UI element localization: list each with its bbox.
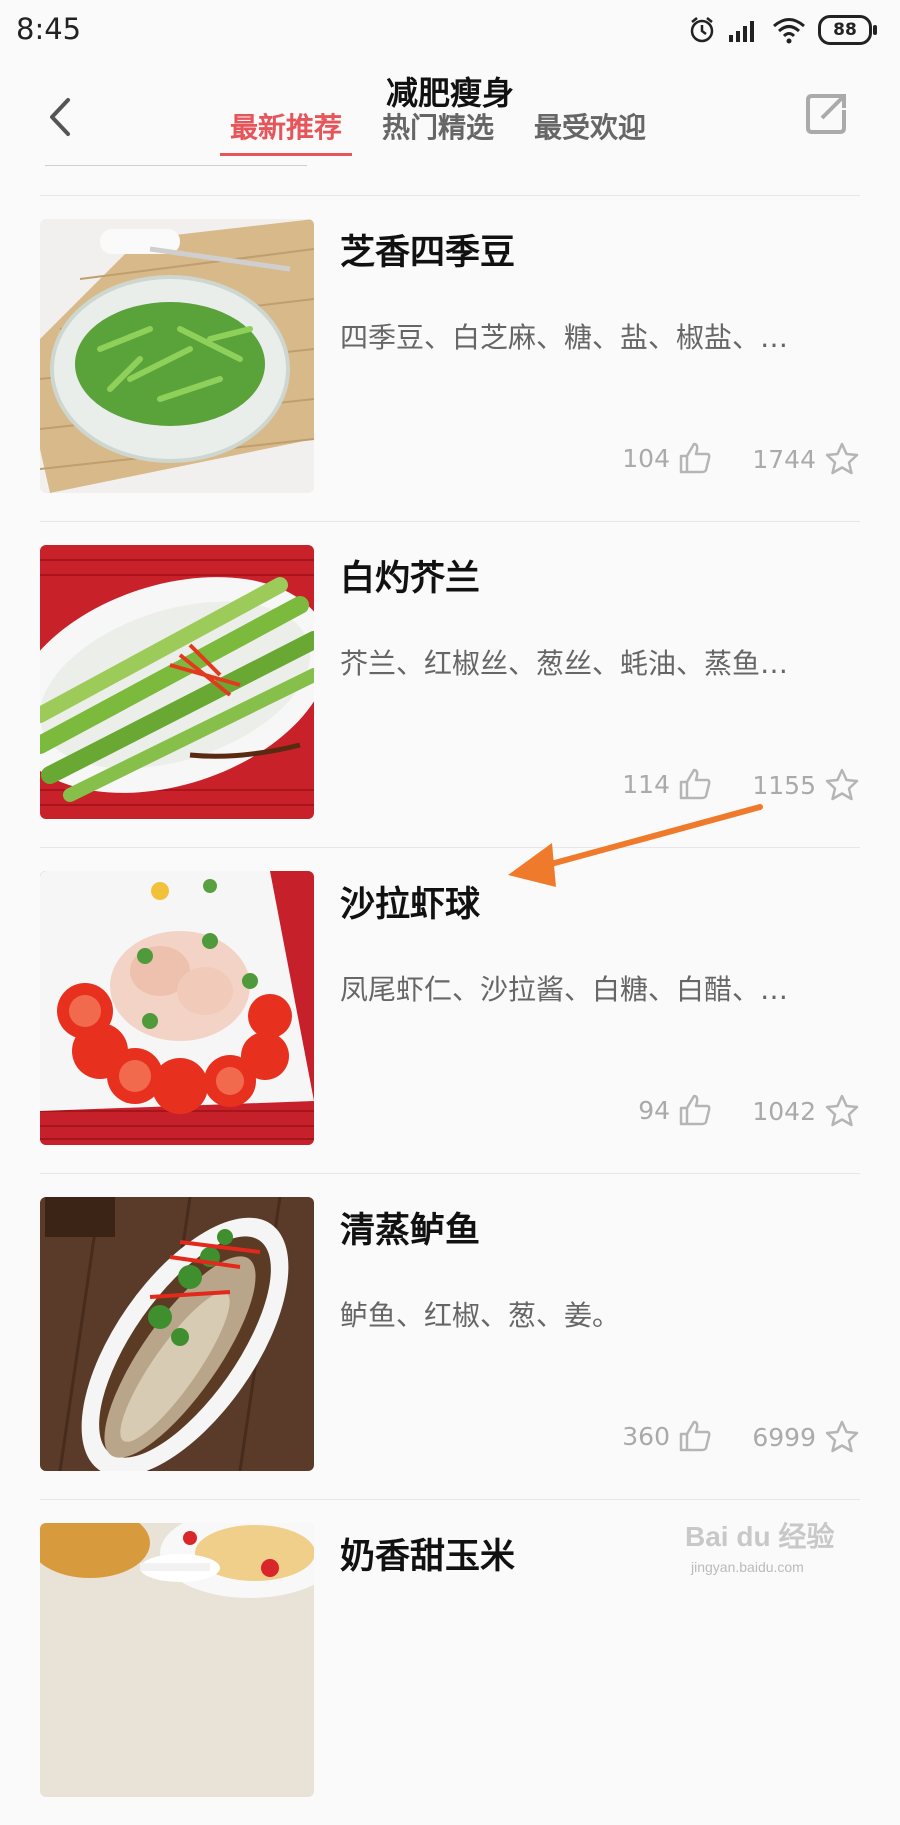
status-icons: 88 [688, 14, 877, 46]
tab-hot[interactable]: 热门精选 [362, 108, 514, 156]
recipe-item[interactable]: 白灼芥兰 芥兰、红椒丝、葱丝、蚝油、蒸鱼… 114 1155 [40, 521, 860, 847]
favorite-button[interactable]: 6999 [752, 1419, 860, 1455]
watermark-url: jingyan.baidu.com [690, 1559, 804, 1575]
recipe-image [40, 545, 314, 819]
watermark-brand: Bai du 经验 [685, 1520, 834, 1552]
recipe-ingredients: 鲈鱼、红椒、葱、姜。 [340, 1299, 621, 1332]
wifi-icon [773, 18, 805, 44]
recipe-image [40, 1197, 314, 1471]
recipe-image [40, 1523, 314, 1797]
like-count: 94 [638, 1095, 670, 1125]
recipe-ingredients: 芥兰、红椒丝、葱丝、蚝油、蒸鱼… [340, 647, 789, 680]
status-time: 8:45 [16, 12, 82, 46]
share-icon[interactable] [804, 90, 850, 136]
recipe-stats: 360 6999 [580, 1419, 860, 1459]
status-bar: 8:45 88 [0, 0, 900, 60]
like-button[interactable]: 94 [638, 1093, 712, 1127]
baidu-watermark: Bai du 经验 jingyan.baidu.com [685, 1520, 834, 1575]
recipe-stats: 104 1744 [580, 441, 860, 481]
favorite-button[interactable]: 1042 [752, 1093, 860, 1129]
star-icon [825, 1420, 859, 1453]
favorite-button[interactable]: 1744 [752, 441, 860, 477]
like-count: 360 [622, 1421, 670, 1451]
recipe-title: 白灼芥兰 [340, 559, 481, 599]
like-button[interactable]: 114 [622, 767, 712, 801]
recipe-item[interactable]: 芝香四季豆 四季豆、白芝麻、糖、盐、椒盐、… 104 1744 [40, 195, 860, 521]
like-button[interactable]: 360 [622, 1419, 712, 1453]
recipe-image [40, 871, 314, 1145]
header: 减肥瘦身 最新推荐 热门精选 最受欢迎 [0, 60, 900, 195]
battery-indicator: 88 [818, 15, 877, 45]
recipe-list: 芝香四季豆 四季豆、白芝麻、糖、盐、椒盐、… 104 1744 白灼芥兰 芥兰、… [40, 195, 860, 1825]
favorite-count: 1155 [752, 770, 816, 800]
favorite-count: 6999 [752, 1422, 816, 1452]
recipe-ingredients: 四季豆、白芝麻、糖、盐、椒盐、… [340, 321, 789, 354]
star-icon [825, 1094, 859, 1127]
favorite-button[interactable]: 1155 [752, 767, 860, 803]
like-button[interactable]: 104 [622, 441, 712, 475]
like-count: 104 [622, 443, 670, 473]
favorite-count: 1042 [752, 1096, 816, 1126]
tab-latest[interactable]: 最新推荐 [210, 108, 362, 156]
thumbs-up-icon [679, 1420, 711, 1452]
recipe-item[interactable]: 沙拉虾球 凤尾虾仁、沙拉酱、白糖、白醋、… 94 1042 [40, 847, 860, 1173]
recipe-title: 清蒸鲈鱼 [340, 1211, 481, 1251]
star-icon [825, 768, 859, 801]
thumbs-up-icon [679, 1094, 711, 1126]
recipe-title: 沙拉虾球 [340, 885, 481, 925]
like-count: 114 [622, 769, 670, 799]
signal-icon [729, 21, 754, 42]
tab-bar: 最新推荐 热门精选 最受欢迎 [210, 108, 666, 156]
thumbs-up-icon [679, 768, 711, 800]
thumbs-up-icon [679, 442, 711, 474]
recipe-stats: 114 1155 [580, 767, 860, 807]
recipe-image [40, 219, 314, 493]
recipe-item[interactable]: 清蒸鲈鱼 鲈鱼、红椒、葱、姜。 360 6999 [40, 1173, 860, 1499]
recipe-title: 奶香甜玉米 [340, 1537, 516, 1577]
header-divider [45, 165, 307, 166]
star-icon [825, 442, 859, 475]
favorite-count: 1744 [752, 444, 816, 474]
recipe-ingredients: 凤尾虾仁、沙拉酱、白糖、白醋、… [340, 973, 789, 1006]
recipe-title: 芝香四季豆 [340, 233, 516, 273]
tab-popular[interactable]: 最受欢迎 [514, 108, 666, 156]
alarm-icon [690, 17, 714, 43]
recipe-stats: 94 1042 [580, 1093, 860, 1133]
